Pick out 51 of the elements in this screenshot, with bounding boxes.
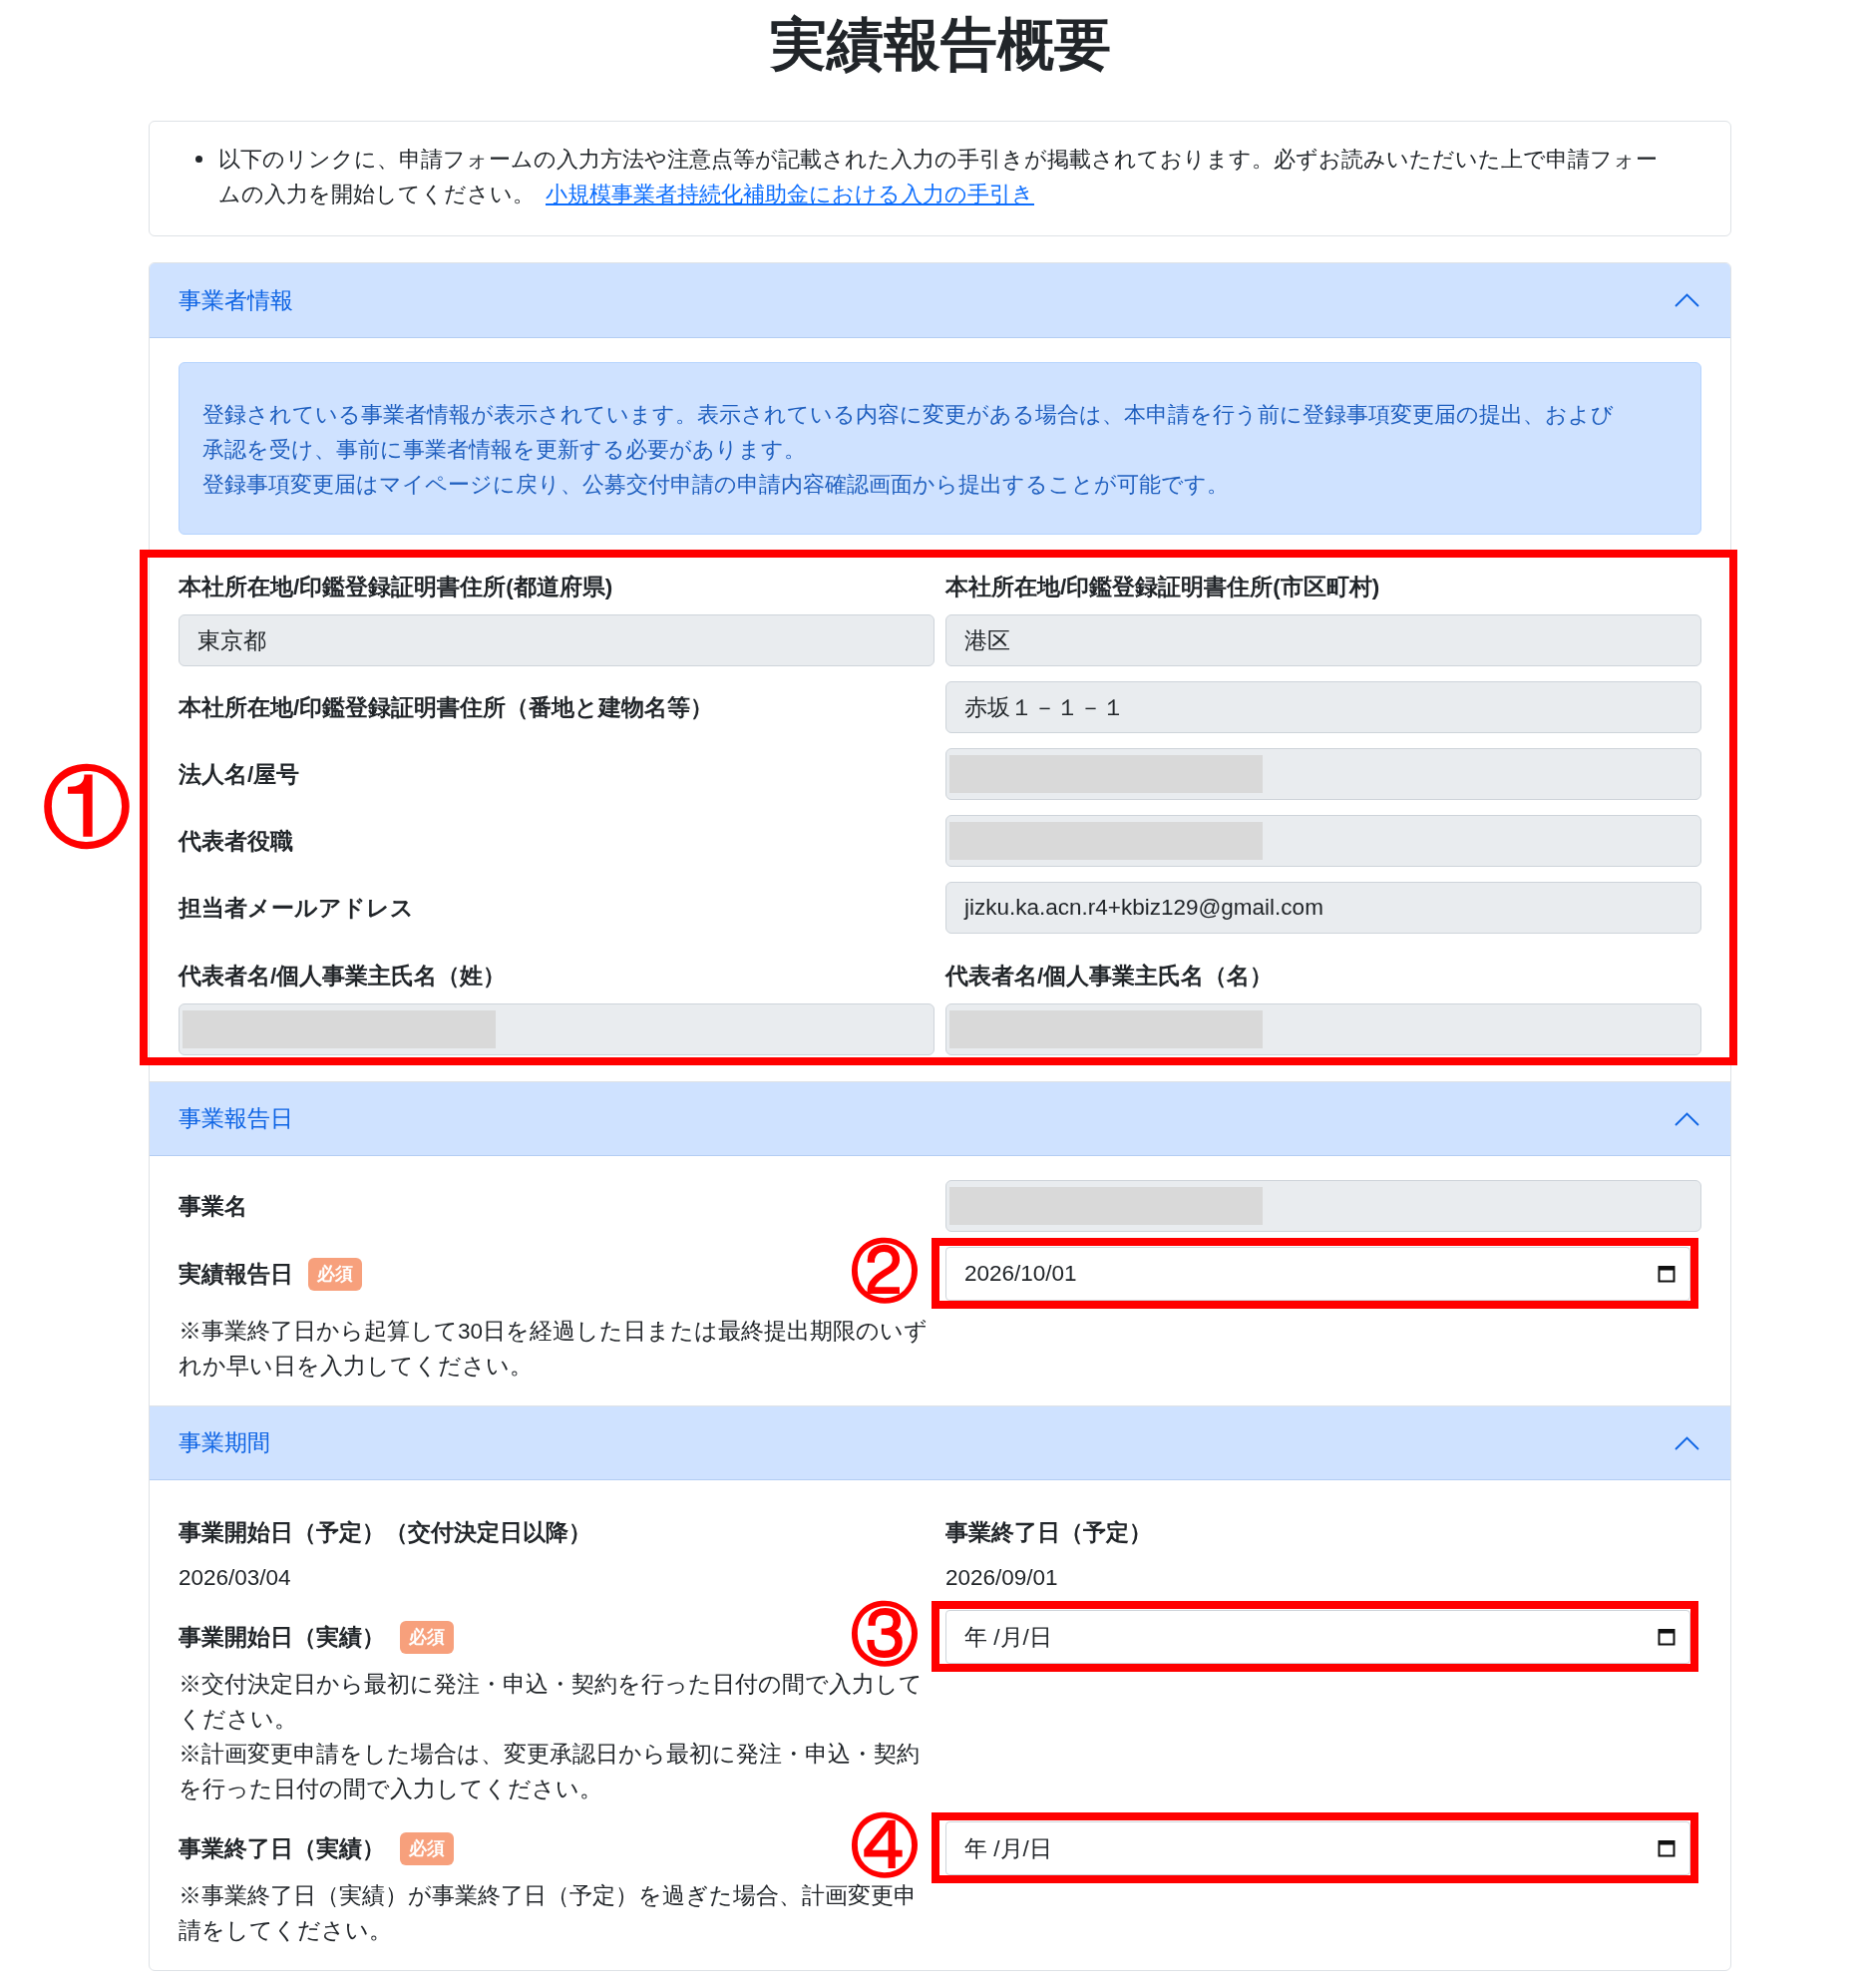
field-label: 代表者名/個人事業主氏名（姓） xyxy=(179,963,508,991)
annotation-number: ② xyxy=(851,1236,919,1305)
field-label: 事業開始日（実績） xyxy=(179,1623,385,1652)
bullet-icon xyxy=(195,156,202,163)
field-label: 事業終了日（実績） xyxy=(179,1834,385,1863)
annotation-number: ③ xyxy=(851,1599,919,1668)
field-label: 事業開始日（予定）（交付決定日以降） xyxy=(179,1519,592,1547)
field-label: 代表者名/個人事業主氏名（名） xyxy=(945,963,1275,991)
text-field[interactable] xyxy=(179,1003,934,1055)
annotation-number: ① xyxy=(43,763,131,852)
date-field[interactable]: 年 /月/日 xyxy=(945,1821,1690,1875)
text-field[interactable]: 港区 xyxy=(945,614,1701,666)
note-text: ※事業終了日（実績）が事業終了日（予定）を過ぎた場合、計画変更申請をしてください。 xyxy=(179,1882,918,1945)
field-label: 実績報告日 xyxy=(179,1260,293,1289)
calendar-icon[interactable] xyxy=(1658,1265,1676,1283)
alert-text: 登録事項変更届はマイページに戻り、公募交付申請の申請内容確認画面から提出することが可能です。 xyxy=(202,471,1230,499)
annotation-number: ④ xyxy=(851,1810,919,1879)
field-label: 本社所在地/印鑑登録証明書住所（番地と建物名等） xyxy=(179,693,715,722)
text-field[interactable]: 東京都 xyxy=(179,614,934,666)
date-field[interactable]: 年 /月/日 xyxy=(945,1610,1690,1664)
field-label: 本社所在地/印鑑登録証明書住所(都道府県) xyxy=(179,574,614,601)
note-text: ※事業終了日から起算して30日を経過した日または最終提出期限のいずれか早い日を入力してください。 xyxy=(179,1318,930,1381)
field-label: 法人名/屋号 xyxy=(179,760,301,789)
note-text: ※計画変更申請をした場合は、変更承認日から最初に発注・申込・契約を行った日付の間で入力してください。 xyxy=(179,1741,921,1803)
text-field[interactable]: jizku.ka.acn.r4+kbiz129@gmail.com xyxy=(945,882,1701,934)
guide-link[interactable]: 小規模事業者持続化補助金における入力の手引き xyxy=(546,182,1034,206)
text-field[interactable] xyxy=(945,1180,1701,1232)
field-label: 事業名 xyxy=(179,1192,248,1221)
field-label: 事業終了日（予定） xyxy=(945,1519,1153,1547)
text-field[interactable] xyxy=(945,815,1701,867)
required-badge: 必須 xyxy=(308,1257,362,1291)
date-field[interactable]: 2026/10/01 xyxy=(945,1247,1690,1301)
calendar-icon[interactable] xyxy=(1658,1839,1676,1857)
field-label: 代表者役職 xyxy=(179,827,294,856)
date-value: 2026/03/04 xyxy=(179,1564,292,1592)
accordion-header[interactable]: 事業報告日 xyxy=(150,1081,1730,1156)
accordion-header[interactable]: 事業者情報 xyxy=(150,263,1730,338)
alert-text: 登録されている事業者情報が表示されています。表示されている内容に変更がある場合は、本申請を行う前に登録事項変更届の提出、および承認を受け、事前に事業者情報を更新する必要があります。 xyxy=(202,401,1615,464)
page-title: 実績報告概要 xyxy=(768,11,1112,78)
notice-text: 以下のリンクに、申請フォームの入力方法や注意点等が記載された入力の手引きが掲載されております。必ずお読みいただいた上で申請フォームの入力を開始してください。 小規模事業者持続化補助金における入力の手引き xyxy=(218,146,1659,208)
required-badge: 必須 xyxy=(400,1620,454,1654)
text-field[interactable] xyxy=(945,748,1701,800)
text-field[interactable]: 赤坂１－１－１ xyxy=(945,681,1701,733)
required-badge: 必須 xyxy=(400,1831,454,1865)
text-field[interactable] xyxy=(945,1003,1701,1055)
field-label: 本社所在地/印鑑登録証明書住所(市区町村) xyxy=(945,574,1381,601)
field-label: 担当者メールアドレス xyxy=(179,894,415,923)
note-text: ※交付決定日から最初に発注・申込・契約を行った日付の間で入力してください。 xyxy=(179,1671,924,1734)
calendar-icon[interactable] xyxy=(1658,1628,1676,1646)
date-value: 2026/09/01 xyxy=(945,1564,1059,1592)
accordion-header[interactable]: 事業期間 xyxy=(150,1405,1730,1480)
